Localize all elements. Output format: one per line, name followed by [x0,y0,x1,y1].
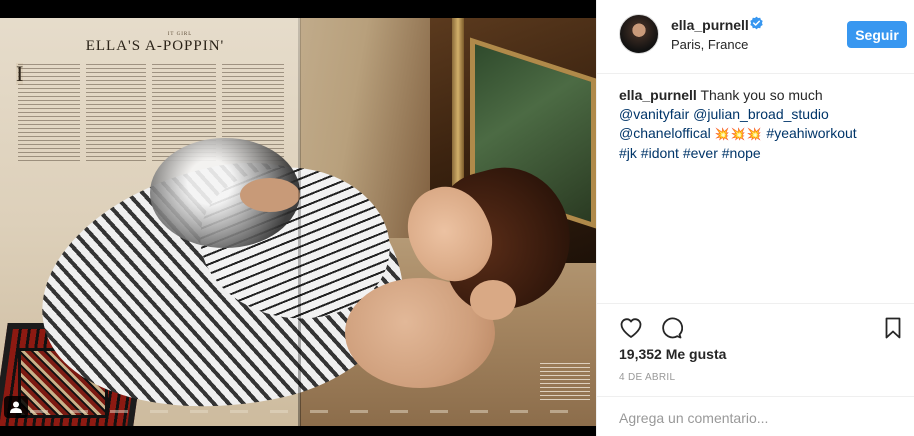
mention-link[interactable]: @vanityfair [619,106,689,122]
location-link[interactable]: Paris, France [671,37,748,52]
hashtag-link[interactable]: #idont [641,145,679,161]
magazine-spread-image: IT GIRL ELLA'S A-POPPIN' I [0,18,596,426]
model-hand [470,280,516,320]
follow-button[interactable]: Seguir [847,21,907,48]
mention-link[interactable]: @julian_broad_studio [693,106,829,122]
like-count[interactable]: 19,352 Me gusta [619,346,726,362]
post-actions [597,303,914,347]
avatar[interactable] [619,14,659,54]
explosion-emoji: 💥💥💥 [714,127,763,141]
heart-icon[interactable] [619,316,643,340]
comment-form [597,396,914,436]
magazine-text-column [18,64,80,164]
caption-author[interactable]: ella_purnell [619,87,697,103]
hashtag-link[interactable]: #nope [722,145,761,161]
hashtag-link[interactable]: #ever [683,145,718,161]
post-media[interactable]: IT GIRL ELLA'S A-POPPIN' I [0,0,596,436]
magazine-text-column [86,64,146,164]
mention-link[interactable]: @chaneloffical [619,125,711,141]
magazine-photo-caption [540,363,590,403]
hashtag-link[interactable]: #yeahiworkout [766,125,856,141]
bookmark-icon[interactable] [881,316,905,340]
caption-scrollbar[interactable] [910,76,914,296]
post-header: ella_purnell Paris, France Seguir [597,0,914,74]
caption-text: Thank you so much [700,87,823,103]
post-sidebar: ella_purnell Paris, France Seguir ella_p… [596,0,914,436]
magazine-kicker: IT GIRL [167,32,193,37]
post-date[interactable]: 4 DE ABRIL [619,372,675,383]
username-link[interactable]: ella_purnell [671,17,749,33]
hashtag-link[interactable]: #jk [619,145,637,161]
magazine-headline: ELLA'S A-POPPIN' [85,38,225,54]
user-tag-icon [10,401,22,413]
user-tag-button[interactable] [4,396,28,418]
magazine-spine [298,18,301,426]
caption: ella_purnell Thank you so much @vanityfa… [619,86,903,163]
verified-badge-icon [750,16,763,30]
comment-input[interactable] [619,407,889,429]
model-arm [240,178,300,212]
comment-icon[interactable] [659,316,683,340]
furniture-gold-trim [452,18,464,188]
